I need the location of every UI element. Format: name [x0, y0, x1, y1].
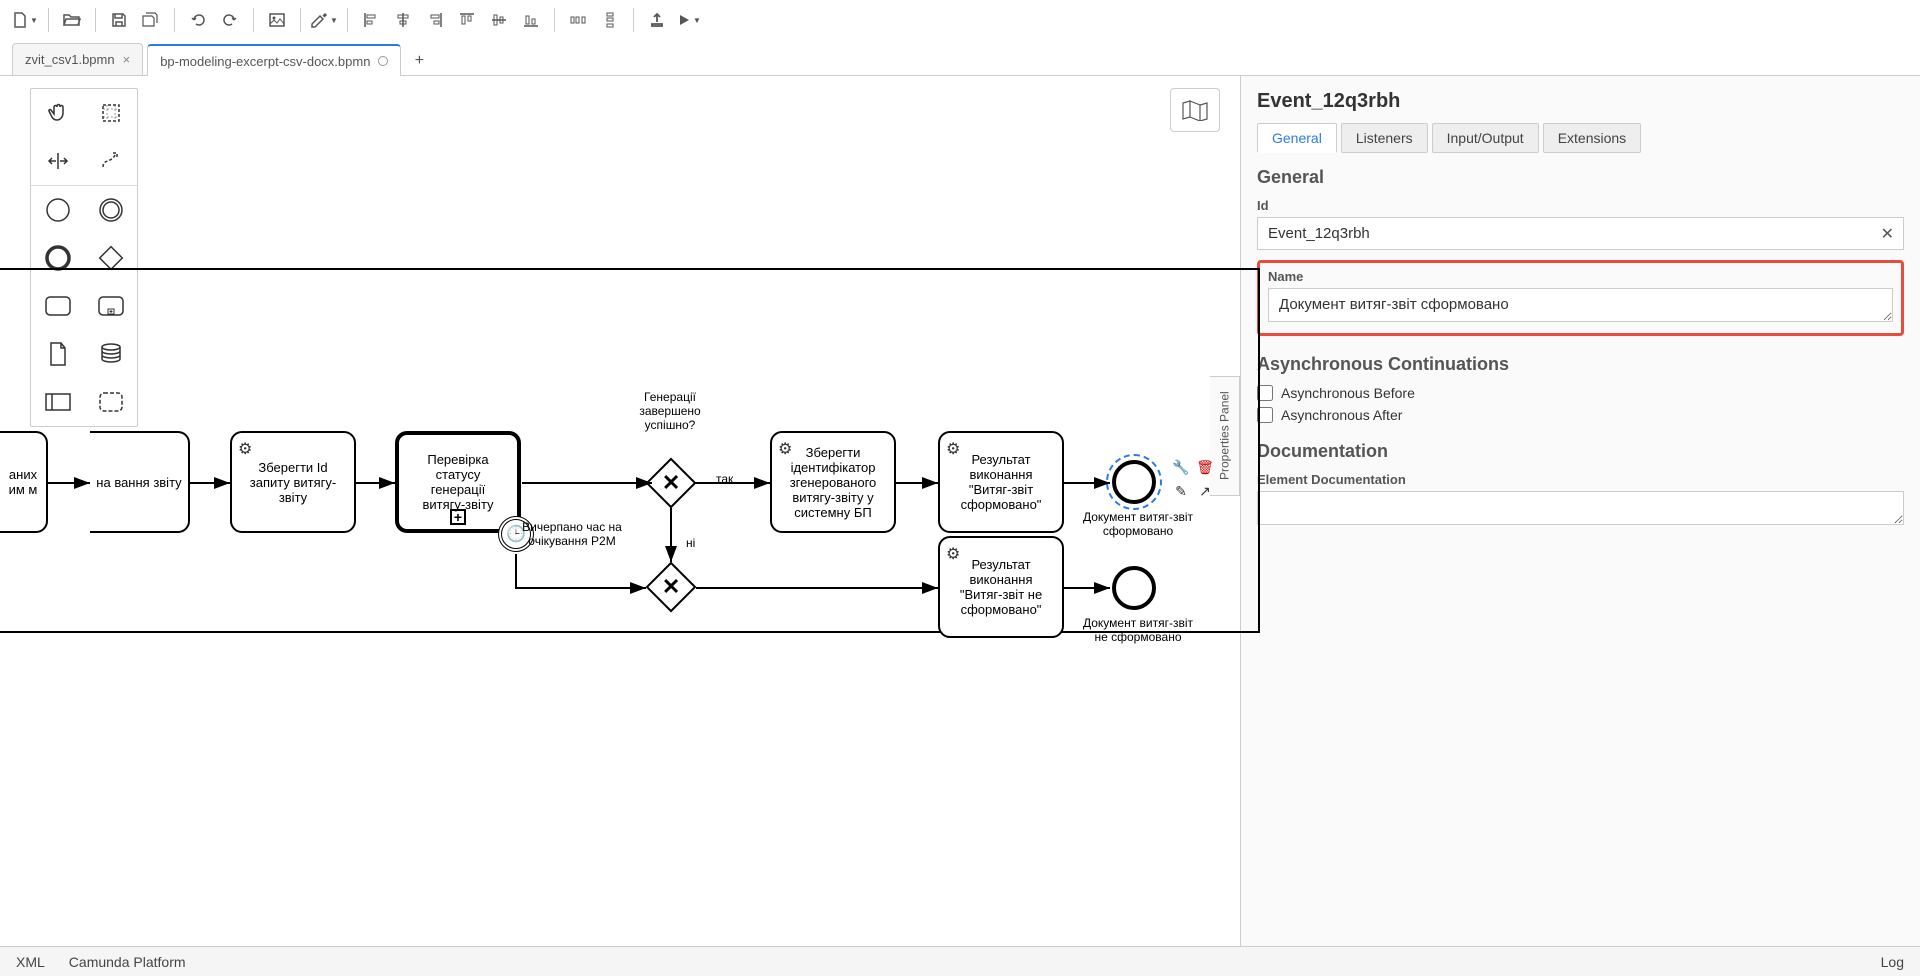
- section-title: Asynchronous Continuations: [1257, 354, 1904, 375]
- props-tab-io[interactable]: Input/Output: [1432, 123, 1539, 153]
- color-button[interactable]: ▼: [309, 6, 339, 34]
- save-all-button[interactable]: [136, 6, 166, 34]
- section-async: Asynchronous Continuations Asynchronous …: [1257, 354, 1904, 423]
- distribute-h-button[interactable]: [563, 6, 593, 34]
- bpmn-label: Документ витяг-звіт не сформовано: [1078, 616, 1198, 644]
- lane-border: [0, 268, 1260, 270]
- footer-log-tab[interactable]: Log: [1881, 954, 1904, 970]
- context-pad: 🔧 🗑 ✎ ↗: [1170, 456, 1216, 502]
- props-tab-extensions[interactable]: Extensions: [1543, 123, 1641, 153]
- main-area: Properties Panel аних им м на вання звіт…: [0, 76, 1920, 946]
- props-tabs: General Listeners Input/Output Extension…: [1257, 123, 1904, 153]
- checkbox-label: Asynchronous After: [1281, 407, 1402, 423]
- toolbar-separator: [174, 8, 175, 32]
- align-center-h-button[interactable]: [388, 6, 418, 34]
- context-connect-icon[interactable]: ↗: [1194, 480, 1216, 502]
- flow-label: ні: [686, 536, 695, 550]
- add-tab-button[interactable]: +: [405, 47, 433, 75]
- doc-input[interactable]: [1257, 491, 1904, 525]
- gear-icon: ⚙: [946, 544, 960, 564]
- align-middle-button[interactable]: [484, 6, 514, 34]
- file-tabs: zvit_csv1.bpmn × bp-modeling-excerpt-csv…: [0, 40, 1920, 76]
- bpmn-service-task[interactable]: ⚙ Результат виконання "Витяг-звіт не сфо…: [938, 536, 1064, 638]
- context-delete-icon[interactable]: 🗑: [1194, 456, 1216, 478]
- name-label: Name: [1268, 269, 1893, 284]
- align-right-button[interactable]: [420, 6, 450, 34]
- name-input[interactable]: [1268, 288, 1893, 322]
- run-button[interactable]: ▼: [674, 6, 704, 34]
- props-tab-general[interactable]: General: [1257, 123, 1337, 153]
- properties-panel: Event_12q3rbh General Listeners Input/Ou…: [1240, 76, 1920, 946]
- distribute-v-button[interactable]: [595, 6, 625, 34]
- id-label: Id: [1257, 198, 1904, 213]
- lane-border: [0, 631, 1260, 633]
- tab-close-icon[interactable]: ×: [123, 52, 131, 67]
- bpmn-end-event-selected[interactable]: [1112, 460, 1156, 504]
- footer-platform-tab[interactable]: Camunda Platform: [69, 954, 186, 970]
- align-bottom-button[interactable]: [516, 6, 546, 34]
- clear-icon[interactable]: ✕: [1881, 224, 1894, 244]
- deploy-button[interactable]: [642, 6, 672, 34]
- file-tab[interactable]: zvit_csv1.bpmn ×: [12, 43, 143, 75]
- gear-icon: ⚙: [946, 439, 960, 459]
- props-tab-listeners[interactable]: Listeners: [1341, 123, 1428, 153]
- async-before-row[interactable]: Asynchronous Before: [1257, 385, 1904, 401]
- toolbar-separator: [554, 8, 555, 32]
- tab-label: bp-modeling-excerpt-csv-docx.bpmn: [160, 54, 370, 69]
- status-bar: XML Camunda Platform Log: [0, 946, 1920, 976]
- toolbar-separator: [95, 8, 96, 32]
- sequence-flows: [0, 76, 1260, 676]
- bpmn-service-task[interactable]: ⚙ Результат виконання "Витяг-звіт сформо…: [938, 431, 1064, 533]
- gear-icon: ⚙: [778, 439, 792, 459]
- bpmn-label: Документ витяг-звіт сформовано: [1078, 510, 1198, 538]
- toolbar-separator: [633, 8, 634, 32]
- section-documentation: Documentation Element Documentation: [1257, 441, 1904, 530]
- undo-button[interactable]: [183, 6, 213, 34]
- lane-border: [1258, 268, 1260, 633]
- doc-label: Element Documentation: [1257, 472, 1904, 487]
- bpmn-task-partial[interactable]: на вання звіту: [90, 431, 190, 533]
- bpmn-exclusive-gateway[interactable]: ✕: [646, 458, 696, 508]
- checkbox-label: Asynchronous Before: [1281, 385, 1415, 401]
- subprocess-marker-icon: +: [450, 509, 466, 525]
- canvas-wrap: Properties Panel аних им м на вання звіт…: [0, 76, 1240, 946]
- section-title: General: [1257, 167, 1904, 188]
- align-top-button[interactable]: [452, 6, 482, 34]
- bpmn-canvas[interactable]: аних им м на вання звіту ⚙ Зберегти Id з…: [0, 76, 1240, 946]
- save-button[interactable]: [104, 6, 134, 34]
- toolbar-separator: [347, 8, 348, 32]
- open-button[interactable]: [57, 6, 87, 34]
- toolbar-separator: [253, 8, 254, 32]
- bpmn-label: Вичерпано час на очікування P2M: [522, 520, 622, 548]
- context-wrench-icon[interactable]: 🔧: [1170, 456, 1192, 478]
- toolbar-separator: [48, 8, 49, 32]
- section-title: Documentation: [1257, 441, 1904, 462]
- bpmn-service-task[interactable]: ⚙ Зберегти Id запиту витягу-звіту: [230, 431, 356, 533]
- bpmn-service-task[interactable]: ⚙ Зберегти ідентифікатор згенерованого в…: [770, 431, 896, 533]
- toolbar-separator: [300, 8, 301, 32]
- bpmn-exclusive-gateway[interactable]: ✕: [646, 562, 696, 612]
- main-toolbar: ▼ ▼ ▼: [0, 0, 1920, 40]
- bpmn-label: Генерації завершено успішно?: [620, 390, 720, 432]
- bpmn-call-activity[interactable]: Перевірка статусу генерації витягу-звіту…: [395, 431, 521, 533]
- async-after-row[interactable]: Asynchronous After: [1257, 407, 1904, 423]
- tab-label: zvit_csv1.bpmn: [25, 52, 115, 67]
- footer-xml-tab[interactable]: XML: [16, 954, 45, 970]
- id-input[interactable]: [1257, 217, 1904, 250]
- flow-label: так: [716, 472, 733, 486]
- element-title: Event_12q3rbh: [1257, 90, 1904, 113]
- gear-icon: ⚙: [238, 439, 252, 459]
- bpmn-end-event[interactable]: [1112, 566, 1156, 610]
- redo-button[interactable]: [215, 6, 245, 34]
- tab-dirty-indicator[interactable]: [378, 56, 388, 66]
- align-left-button[interactable]: [356, 6, 386, 34]
- section-general: General Id ✕ Name: [1257, 167, 1904, 336]
- context-annotation-icon[interactable]: ✎: [1170, 480, 1192, 502]
- new-file-button[interactable]: ▼: [10, 6, 40, 34]
- name-field-highlighted: Name: [1257, 260, 1904, 336]
- file-tab-active[interactable]: bp-modeling-excerpt-csv-docx.bpmn: [147, 44, 401, 76]
- bpmn-task-partial[interactable]: аних им м: [0, 431, 48, 533]
- export-image-button[interactable]: [262, 6, 292, 34]
